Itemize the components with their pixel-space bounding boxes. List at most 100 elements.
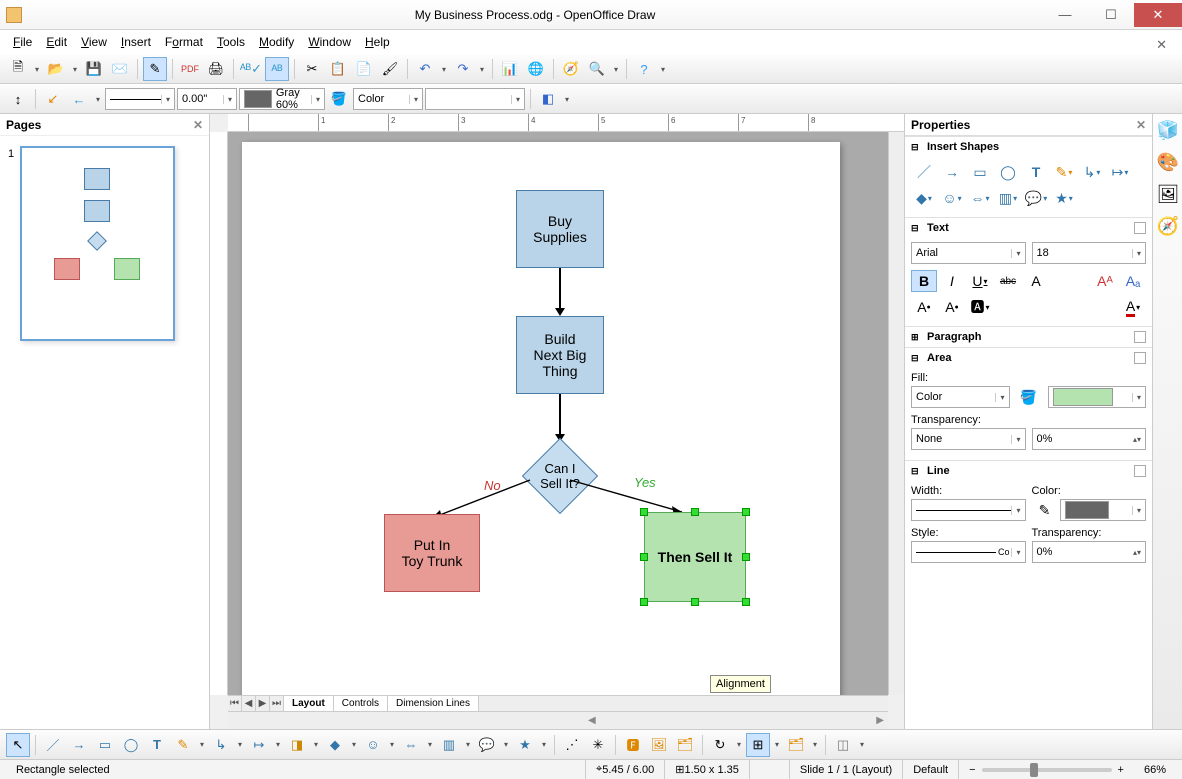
alignment-tool[interactable]: ⊞	[746, 733, 770, 757]
shape-buy-supplies[interactable]: Buy Supplies	[516, 190, 604, 268]
redo-button[interactable]: ↷	[451, 57, 475, 81]
tab-last[interactable]: ⏭	[270, 696, 284, 711]
arrow-dropdown[interactable]: ▾	[93, 95, 103, 104]
arrow-tool[interactable]: →	[939, 161, 965, 183]
line-tool[interactable]: ／	[41, 733, 65, 757]
arrange-tool[interactable]: 🗂	[784, 733, 808, 757]
menu-modify[interactable]: Modify	[252, 32, 301, 52]
area-more-icon[interactable]	[1134, 352, 1146, 364]
line-color-combo[interactable]: Gray 60%▾	[239, 88, 325, 110]
flowchart-tool[interactable]: ▥	[437, 733, 461, 757]
menu-tools[interactable]: Tools	[210, 32, 252, 52]
open-dropdown[interactable]: ▾	[70, 65, 80, 74]
connector-tool[interactable]: ↳	[209, 733, 233, 757]
underline-button[interactable]: U▾	[967, 270, 993, 292]
section-text[interactable]: Text	[927, 222, 949, 234]
paragraph-more-icon[interactable]	[1134, 331, 1146, 343]
tab-dimension[interactable]: Dimension Lines	[388, 696, 479, 711]
flowchart-tool[interactable]: ▥▾	[995, 187, 1021, 209]
rotate-tool[interactable]: ↻	[708, 733, 732, 757]
gallery-tool[interactable]: 🗂	[673, 733, 697, 757]
sub-button[interactable]: A●	[939, 296, 965, 318]
undo-dropdown[interactable]: ▾	[439, 65, 449, 74]
line-style-combo[interactable]: Co▾	[911, 541, 1026, 563]
basic-shapes-tool[interactable]: ◆	[323, 733, 347, 757]
shape-can-sell[interactable]: Can I Sell It?	[522, 438, 598, 514]
styles-tab-icon[interactable]: 🎨	[1157, 152, 1179, 174]
trans-value-combo[interactable]: 0%▴▾	[1032, 428, 1147, 450]
curve-tool[interactable]: ✎▾	[1051, 161, 1077, 183]
fontwork-tool[interactable]: 🅵	[621, 733, 645, 757]
arrow-tool[interactable]: →	[67, 733, 91, 757]
connector-1[interactable]	[559, 268, 561, 310]
from-file-tool[interactable]: 🖼	[647, 733, 671, 757]
callout-tool[interactable]: 💬▾	[1023, 187, 1049, 209]
line-width-combo[interactable]: ▾	[911, 499, 1026, 521]
menu-help[interactable]: Help	[358, 32, 397, 52]
line-arrow-tool[interactable]: ↦▾	[1107, 161, 1133, 183]
shadow-text-button[interactable]: A	[1023, 270, 1049, 292]
gallery-tab-icon[interactable]: 🖼	[1157, 184, 1179, 206]
tab-next[interactable]: ▶	[256, 696, 270, 711]
fill-bucket-icon[interactable]: 🪣	[1016, 386, 1042, 408]
new-button[interactable]: 🗎	[6, 57, 30, 81]
pages-close-icon[interactable]: ✕	[193, 118, 203, 132]
block-arrows-tool[interactable]: ⇔▾	[967, 187, 993, 209]
properties-close-icon[interactable]: ✕	[1136, 118, 1146, 132]
section-insert-shapes[interactable]: Insert Shapes	[927, 141, 999, 153]
zoom-out-icon[interactable]: −	[969, 764, 975, 776]
connector-2[interactable]	[559, 394, 561, 436]
rect-tool[interactable]: ▭	[93, 733, 117, 757]
horizontal-scrollbar[interactable]: ◀ ▶	[228, 711, 888, 729]
symbol-tool[interactable]: ☺	[361, 733, 385, 757]
drawing-more[interactable]: ▾	[857, 740, 867, 749]
line-endpoints-button[interactable]: ↙	[41, 87, 65, 111]
3d-tool[interactable]: ◨	[285, 733, 309, 757]
zoom-slider[interactable]	[982, 768, 1112, 772]
bold-button[interactable]: B	[911, 270, 937, 292]
font-combo[interactable]: Arial▾	[911, 242, 1026, 264]
pdf-button[interactable]: PDF	[178, 57, 202, 81]
glue-points-tool[interactable]: ✳	[586, 733, 610, 757]
autospell-button[interactable]: ᴬᴮ	[265, 57, 289, 81]
section-paragraph[interactable]: Paragraph	[927, 331, 981, 343]
ellipse-tool[interactable]: ◯	[995, 161, 1021, 183]
line-color-combo[interactable]: ▾	[1060, 499, 1147, 521]
symbol-tool[interactable]: ☺▾	[939, 187, 965, 209]
edit-points-tool[interactable]: ⋰	[560, 733, 584, 757]
redo-dropdown[interactable]: ▾	[477, 65, 487, 74]
menu-format[interactable]: Format	[158, 32, 210, 52]
format-paint-button[interactable]: 🖌	[378, 57, 402, 81]
toolbar-more[interactable]: ▾	[658, 65, 668, 74]
curve-tool[interactable]: ✎	[171, 733, 195, 757]
arrow-style-button[interactable]: ↕	[6, 87, 30, 111]
text-more-icon[interactable]	[1134, 222, 1146, 234]
spellcheck-button[interactable]: ᴬᴮ✓	[239, 57, 263, 81]
menu-window[interactable]: Window	[301, 32, 358, 52]
copy-button[interactable]: 📋	[326, 57, 350, 81]
shape-put-trunk[interactable]: Put In Toy Trunk	[384, 514, 480, 592]
line-tool[interactable]: ／	[911, 161, 937, 183]
line-width-combo[interactable]: 0.00"▾	[177, 88, 237, 110]
line-more-icon[interactable]	[1134, 465, 1146, 477]
tab-first[interactable]: ⏮	[228, 696, 242, 711]
navigator-button[interactable]: 🧭	[559, 57, 583, 81]
highlight-button[interactable]: 🅰▾	[967, 296, 993, 318]
page-thumbnail[interactable]: 1	[20, 146, 175, 341]
maximize-button[interactable]: ☐	[1088, 3, 1134, 27]
hyperlink-button[interactable]: 🌐	[524, 57, 548, 81]
strike-button[interactable]: abc	[995, 270, 1021, 292]
block-arrows-tool[interactable]: ⇔	[399, 733, 423, 757]
toolbar2-more[interactable]: ▾	[562, 95, 572, 104]
fill-bucket-button[interactable]: 🪣	[327, 87, 351, 111]
navigator-tab-icon[interactable]: 🧭	[1157, 216, 1179, 238]
new-dropdown[interactable]: ▾	[32, 65, 42, 74]
shape-build-next[interactable]: Build Next Big Thing	[516, 316, 604, 394]
extrusion-tool[interactable]: ◫	[831, 733, 855, 757]
line-arrow-tool[interactable]: ↦	[247, 733, 271, 757]
fill-color-combo[interactable]: ▾	[425, 88, 525, 110]
paste-button[interactable]: 📄	[352, 57, 376, 81]
email-button[interactable]: ✉️	[108, 57, 132, 81]
vertical-scrollbar[interactable]	[888, 132, 904, 695]
decrease-font-button[interactable]: Aₐ	[1120, 270, 1146, 292]
